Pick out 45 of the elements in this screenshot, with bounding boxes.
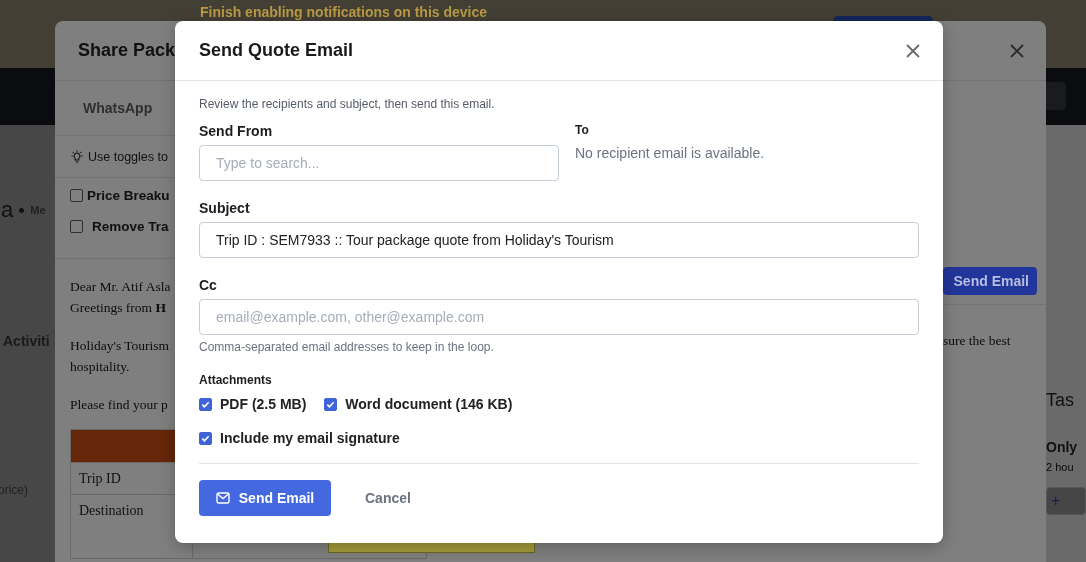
checkbox-label: PDF (2.5 MB) [220,396,307,412]
close-icon[interactable] [906,43,920,58]
letter-line: Dear Mr. Atif Asla [70,278,172,296]
field-label: Cc [199,277,218,293]
send-email-button[interactable]: Send Email [943,267,1037,295]
recipient-message: No recipient email is available. [575,145,765,161]
send-email-button[interactable]: Send Email [199,480,331,516]
lightbulb-icon [70,149,84,164]
option-label: Remove Tra [92,219,169,234]
attachments-label: Attachments [199,373,273,387]
help-text: Comma-separated email addresses to keep in the loop. [199,340,495,354]
envelope-icon [215,492,230,504]
task-time: 2 hou [1046,461,1075,473]
notification-text: Finish enabling notifications on this device [200,4,488,20]
letter-line: hospitality. [70,358,131,376]
subject-field[interactable]: Trip ID : SEM7933 :: Tour package quote from Holiday's Tourism [199,222,919,258]
separator-dot [19,207,25,213]
letter-line: Holiday's Tourism [70,337,171,355]
checkbox[interactable] [199,397,212,411]
dialog-title: Send Quote Email [199,40,354,61]
checkbox[interactable] [70,189,83,202]
checkbox[interactable] [199,431,212,445]
checkbox-label: Word document (146 KB) [345,396,513,412]
letter-line: Greetings from H [70,299,167,317]
cancel-button[interactable]: Cancel [349,482,427,514]
intro-text: Review the recipients and subject, then send this email. [199,97,496,111]
field-label: To [575,123,590,137]
task-panel-title: Tas [1046,390,1075,411]
task-title: Only [1046,439,1079,455]
close-icon[interactable] [1010,43,1024,58]
hint-text: Use toggles to [88,149,168,164]
table-cell: Trip ID [79,470,121,487]
letter-line: sure the best [943,333,1012,349]
checkbox[interactable] [324,397,338,411]
cc-field[interactable]: email@example.com, other@example.com [199,299,919,335]
dialog-title: Share Pack [78,40,176,61]
checkbox-label: Include my email signature [220,430,400,446]
field-label: Send From [199,123,274,139]
letter-line: Please find your p [70,396,169,414]
whatsapp-tab[interactable]: WhatsApp [83,100,153,116]
table-cell: Destination [79,503,144,519]
checkbox[interactable] [70,220,83,233]
send-from-field[interactable]: Type to search... [199,145,559,181]
field-label: Subject [199,200,251,216]
option-label: Price Breaku [87,188,170,203]
